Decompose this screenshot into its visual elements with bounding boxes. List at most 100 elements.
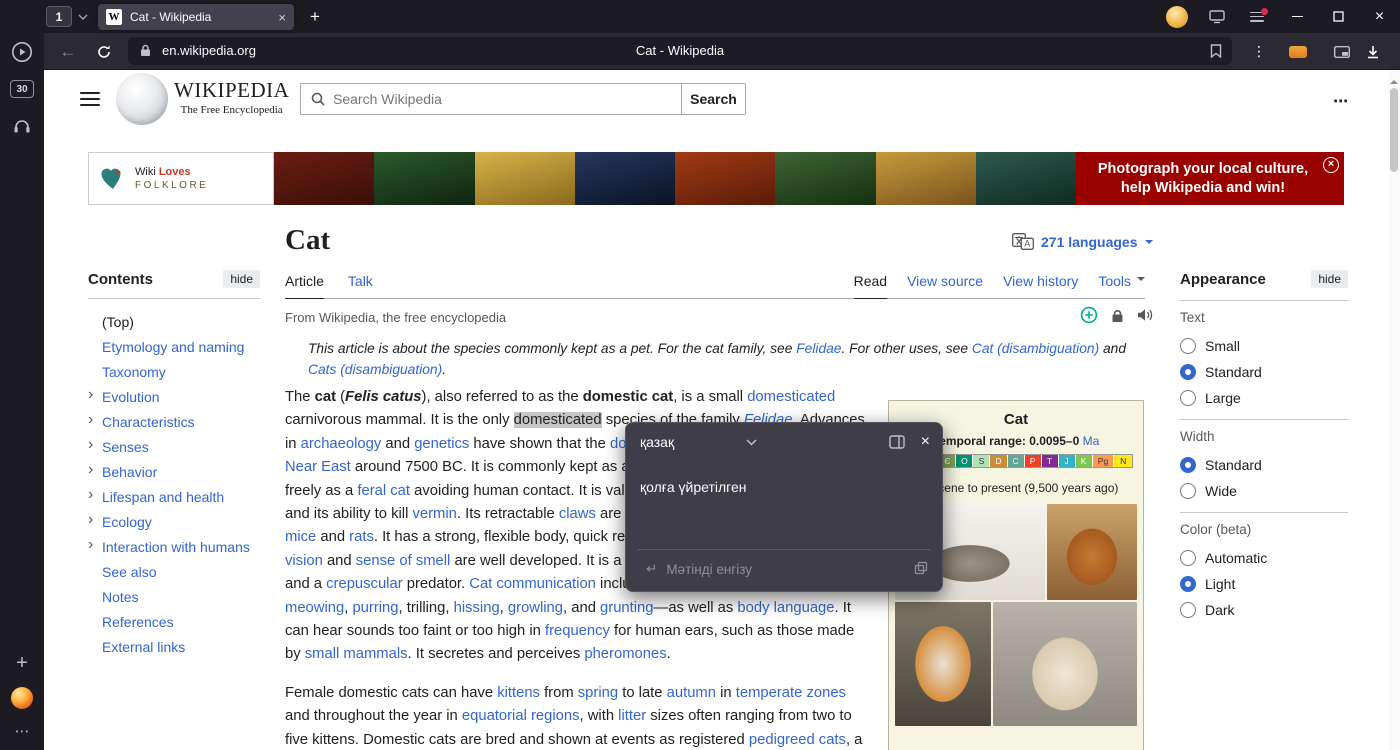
tab-cat-wikipedia[interactable]: W Cat - Wikipedia × [98,4,294,30]
container-tab-indicator[interactable]: 1 [46,6,88,27]
ma-link[interactable]: Ma [1083,434,1100,448]
wiki-link[interactable]: rats [349,529,374,545]
url-domain[interactable]: en.wikipedia.org [162,43,256,58]
expand-chevron-icon[interactable]: › [88,511,93,529]
send-to-device-button[interactable] [1197,0,1237,33]
radio-option-small[interactable]: Small [1180,333,1348,359]
toc-item[interactable]: ›Evolution [88,384,260,409]
close-window-button[interactable]: × [1359,0,1400,33]
search-button[interactable]: Search [681,84,745,114]
sidebar-add-button[interactable]: + [0,652,44,674]
toc-item[interactable]: External links [88,634,260,659]
toc-item[interactable]: References [88,609,260,634]
radio-option-wide[interactable]: Wide [1180,478,1348,504]
reload-button[interactable] [88,33,120,70]
bookmark-button[interactable] [1210,44,1222,63]
banner-close-icon[interactable]: × [1323,157,1339,173]
wiki-loves-folklore-banner[interactable]: Wiki Loves FOLKLORE Photograph your loca… [88,152,1344,205]
wiki-link[interactable]: autumn [667,685,716,701]
wiki-link[interactable]: domesticated [747,389,835,405]
wiki-link[interactable]: sense of smell [356,553,451,569]
page-protection-lock-icon[interactable] [1111,308,1124,323]
listen-speaker-icon[interactable] [1137,308,1154,322]
radio-option-dark[interactable]: Dark [1180,597,1348,623]
wiki-link[interactable]: growling [508,600,563,616]
scrollbar-up-arrow[interactable] [1390,76,1398,84]
page-tab-view-source[interactable]: View source [907,273,983,298]
wiki-link[interactable]: genetics [414,436,469,452]
translation-input[interactable]: ↵ Мәтінді енгізу [646,561,752,577]
toc-item[interactable]: Taxonomy [88,359,260,384]
radio-icon[interactable] [1180,364,1196,380]
radio-option-large[interactable]: Large [1180,385,1348,411]
radio-option-automatic[interactable]: Automatic [1180,545,1348,571]
appearance-hide-button[interactable]: hide [1311,270,1348,288]
container-tab-badge[interactable]: 1 [46,6,72,27]
toc-item[interactable]: ›Interaction with humans [88,534,260,559]
expand-chevron-icon[interactable]: › [88,386,93,404]
wikipedia-globe-logo[interactable] [116,73,168,125]
scrollbar-thumb[interactable] [1390,88,1398,172]
page-tab-read[interactable]: Read [854,273,887,298]
site-security-indicator[interactable] [140,44,151,62]
wiki-link[interactable]: body language [737,600,834,616]
radio-icon[interactable] [1180,338,1196,354]
wiki-link[interactable]: feral cat [357,483,410,499]
chevron-down-icon[interactable] [746,439,757,446]
wiki-link[interactable]: grunting [600,600,653,616]
firefox-button[interactable] [0,687,44,709]
banner-message-box[interactable]: Photograph your local culture, help Wiki… [1076,152,1344,205]
wiki-link[interactable]: purring [352,600,398,616]
wiki-link[interactable]: spring [578,685,618,701]
good-article-plus-icon[interactable] [1080,306,1098,324]
page-tab-talk[interactable]: Talk [348,273,373,298]
expand-chevron-icon[interactable]: › [88,436,93,454]
maximize-button[interactable] [1318,0,1359,33]
extension-button[interactable] [1284,33,1312,70]
expand-chevron-icon[interactable]: › [88,411,93,429]
more-options-icon[interactable]: ⋯ [1333,92,1348,110]
new-tab-button[interactable]: + [302,4,328,30]
expand-chevron-icon[interactable]: › [88,536,93,554]
url-bar[interactable]: en.wikipedia.org Cat - Wikipedia [128,37,1232,65]
toc-item[interactable]: ›Senses [88,434,260,459]
toc-item[interactable]: ›Behavior [88,459,260,484]
radio-icon[interactable] [1180,390,1196,406]
back-button[interactable]: ← [52,33,84,70]
notifications-button[interactable] [1237,0,1277,33]
toc-item[interactable]: ›Characteristics [88,409,260,434]
wiki-link[interactable]: mice [285,529,316,545]
sidebar-more-button[interactable]: ⋯ [0,727,44,737]
toc-item[interactable]: ›Lifespan and health [88,484,260,509]
wiki-link[interactable]: litter [618,708,646,724]
main-menu-button[interactable] [80,92,100,106]
wiki-link[interactable]: frequency [545,623,610,639]
search-input[interactable]: Search Wikipedia [333,91,681,107]
wiki-link[interactable]: temperate zones [736,685,846,701]
wiki-link[interactable]: archaeology [301,436,382,452]
languages-button[interactable]: A 271 languages [1012,233,1153,250]
radio-option-light[interactable]: Light [1180,571,1348,597]
toc-item[interactable]: Notes [88,584,260,609]
radio-icon[interactable] [1180,576,1196,592]
headset-button[interactable] [0,119,44,133]
wiki-link[interactable]: kittens [497,685,540,701]
wiki-link[interactable]: vermin [412,506,456,522]
wiki-link[interactable]: equatorial regions [462,708,580,724]
target-language-selector[interactable]: қазақ [640,434,674,450]
popup-close-icon[interactable]: × [921,434,930,450]
wiki-link[interactable]: crepuscular [326,576,402,592]
toc-item[interactable]: Etymology and naming [88,334,260,359]
sidebar-media-button[interactable] [0,41,44,63]
profile-avatar[interactable] [1157,0,1197,33]
wiki-link[interactable]: claws [559,506,596,522]
radio-icon[interactable] [1180,483,1196,499]
radio-option-standard[interactable]: Standard [1180,359,1348,385]
expand-chevron-icon[interactable]: › [88,461,93,479]
page-actions-menu[interactable]: ⋮ [1247,33,1271,70]
wiki-link[interactable]: hissing [454,600,500,616]
toc-item[interactable]: (Top) [88,309,260,334]
wiki-link[interactable]: Cat (disambiguation) [972,341,1099,356]
page-tab-view-history[interactable]: View history [1003,273,1078,298]
wiki-link[interactable]: pedigreed cats [749,732,846,748]
